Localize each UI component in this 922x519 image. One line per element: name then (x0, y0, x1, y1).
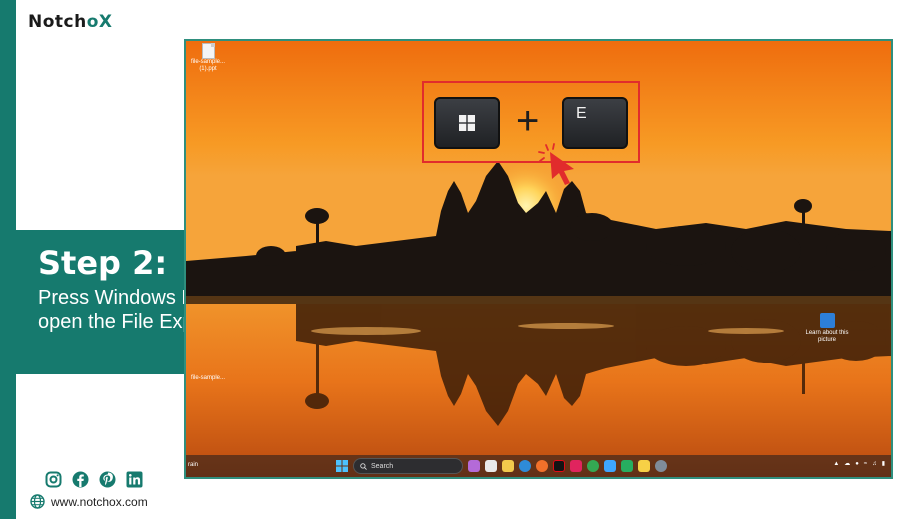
desktop-file-label: file-sample... (1).ppt (190, 59, 225, 72)
file-explorer-icon[interactable] (502, 460, 514, 472)
logo-text: Notch (28, 12, 87, 32)
widgets-icon[interactable] (485, 460, 497, 472)
slide: Notch o X Step 2: Press Windows Key + E to… (0, 0, 922, 519)
onedrive-icon[interactable]: ☁ (844, 460, 850, 467)
volume-icon[interactable]: ♫ (872, 461, 877, 467)
facebook-icon[interactable] (71, 470, 90, 489)
copilot-icon[interactable] (468, 460, 480, 472)
edge-icon[interactable] (519, 460, 531, 472)
wifi-icon[interactable]: ≈ (864, 461, 867, 467)
firefox-icon[interactable] (536, 460, 548, 472)
website-url: www.notchox.com (51, 494, 148, 509)
chevron-up-icon[interactable]: ▲ (833, 461, 839, 467)
search-icon (360, 462, 367, 470)
netflix-icon[interactable] (553, 460, 565, 472)
social-links (44, 470, 144, 489)
app-icon[interactable] (621, 460, 633, 472)
desktop-file-icon[interactable]: file-sample... (188, 375, 228, 382)
start-button-icon[interactable] (336, 460, 348, 472)
brand-logo: Notch o X (28, 12, 113, 32)
microphone-icon[interactable]: ● (855, 461, 859, 467)
info-camera-icon (819, 313, 835, 328)
windows-key (434, 97, 500, 149)
desktop-file-label: file-sample... (190, 375, 225, 381)
instagram-icon[interactable] (44, 470, 63, 489)
chrome-icon[interactable] (587, 460, 599, 472)
search-label: Search (371, 462, 394, 470)
file-icon (201, 43, 215, 59)
logo-x: X (98, 12, 113, 32)
cursor-click-icon (538, 143, 574, 185)
system-tray: ▲ ☁ ● ≈ ♫ ▮ (833, 460, 885, 468)
app-icon[interactable] (570, 460, 582, 472)
e-key: E (562, 97, 628, 149)
logo-o: o (86, 12, 99, 32)
windows-taskbar: rain Search ▲ ☁ ● ≈ ♫ ▮ (186, 455, 891, 477)
website-link[interactable]: www.notchox.com (30, 494, 148, 509)
sticky-notes-icon[interactable] (638, 460, 650, 472)
learn-about-picture-label: Learn about this picture (805, 330, 849, 343)
desktop-screenshot: file-sample... (1).ppt file-sample... + … (184, 39, 893, 479)
pinterest-icon[interactable] (98, 470, 117, 489)
taskbar-weather[interactable]: rain (188, 462, 198, 468)
learn-about-picture-icon[interactable]: Learn about this picture (804, 313, 850, 344)
windows-logo-icon (459, 115, 475, 131)
shortcut-highlight-box: + E (422, 81, 640, 163)
desktop-file-icon[interactable]: file-sample... (1).ppt (188, 43, 228, 73)
settings-icon[interactable] (655, 460, 667, 472)
linkedin-icon[interactable] (125, 470, 144, 489)
taskbar-search[interactable]: Search (353, 458, 463, 474)
plus-sign: + (516, 99, 540, 143)
globe-icon (30, 494, 45, 509)
taskbar-center: Search (336, 458, 667, 474)
photos-icon[interactable] (604, 460, 616, 472)
battery-icon[interactable]: ▮ (882, 460, 885, 467)
